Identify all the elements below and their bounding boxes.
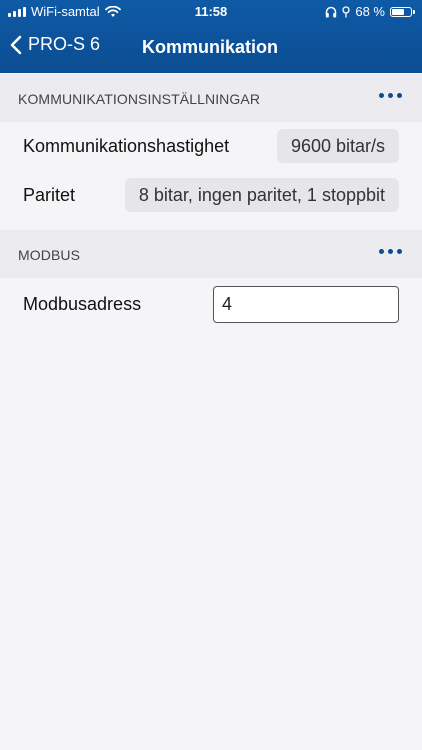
more-dot-icon xyxy=(379,249,384,254)
app-header: WiFi-samtal 11:58 68 % PRO-S 6 Kommunika… xyxy=(0,0,422,73)
nav-bar: PRO-S 6 Kommunikation xyxy=(0,28,422,68)
back-label: PRO-S 6 xyxy=(28,34,101,54)
status-bar: WiFi-samtal 11:58 68 % xyxy=(0,0,422,24)
more-dot-icon xyxy=(388,93,393,98)
page-title: Kommunikation xyxy=(142,37,279,57)
more-dot-icon xyxy=(397,93,402,98)
battery-level xyxy=(392,8,404,15)
headphones-icon xyxy=(326,6,337,17)
battery-percent: 68 % xyxy=(355,4,385,19)
more-dot-icon xyxy=(388,249,393,254)
section-title: MODBUS xyxy=(18,247,81,263)
parity-label: Paritet xyxy=(23,185,76,205)
more-dot-icon xyxy=(397,249,402,254)
section-header-communication: KOMMUNIKATIONSINSTÄLLNINGAR xyxy=(0,74,422,122)
modbus-address-input[interactable] xyxy=(213,286,399,323)
section-title: KOMMUNIKATIONSINSTÄLLNINGAR xyxy=(18,91,261,107)
location-icon xyxy=(342,5,351,17)
more-options-button[interactable] xyxy=(377,89,404,102)
status-right: 68 % xyxy=(325,4,415,19)
battery-icon xyxy=(390,6,415,17)
back-button[interactable]: PRO-S 6 xyxy=(10,34,100,55)
more-options-button[interactable] xyxy=(377,245,404,258)
baud-rate-label: Kommunikationshastighet xyxy=(23,136,230,156)
modbus-address-label: Modbusadress xyxy=(23,294,142,314)
parity-value[interactable]: 8 bitar, ingen paritet, 1 stoppbit xyxy=(124,178,399,212)
baud-rate-value[interactable]: 9600 bitar/s xyxy=(276,129,399,163)
more-dot-icon xyxy=(379,93,384,98)
chevron-left-icon xyxy=(10,35,22,54)
section-header-modbus: MODBUS xyxy=(0,230,422,278)
